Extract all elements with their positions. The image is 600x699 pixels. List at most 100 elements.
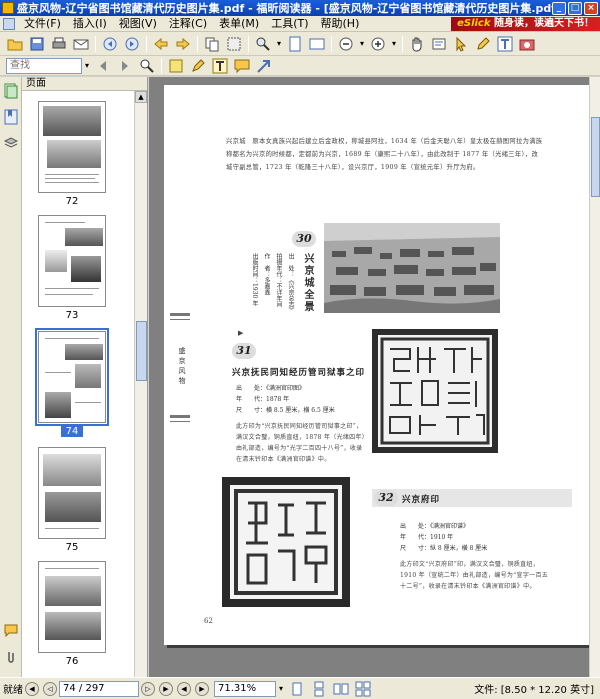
- page-thumbnail-selected[interactable]: [35, 328, 109, 426]
- divider: [170, 421, 190, 422]
- document-icon[interactable]: [3, 17, 15, 30]
- pointer-button[interactable]: [452, 35, 470, 53]
- promo-brand: eSlick: [457, 17, 491, 29]
- continuous-facing-button[interactable]: [354, 680, 372, 698]
- page-number-field[interactable]: 74 / 297: [59, 680, 139, 697]
- fit-page-button[interactable]: [286, 35, 304, 53]
- arrow-left-icon: [154, 37, 168, 50]
- close-button[interactable]: ×: [584, 1, 598, 15]
- scrollbar-thumb[interactable]: [136, 321, 147, 381]
- comments-panel-icon[interactable]: [4, 623, 18, 639]
- menu-form[interactable]: 表单(M): [213, 16, 265, 32]
- email-button[interactable]: [72, 35, 90, 53]
- attachments-panel-icon[interactable]: [4, 649, 18, 665]
- camera-button[interactable]: [518, 35, 536, 53]
- fit-page-icon: [289, 36, 301, 51]
- next-page-nav-button[interactable]: ▷: [141, 681, 155, 696]
- page-thumbnail[interactable]: [38, 447, 106, 539]
- find-next-button[interactable]: [116, 57, 134, 75]
- search-button[interactable]: [138, 57, 156, 75]
- menu-comment[interactable]: 注释(C): [163, 16, 213, 32]
- zoom-level-field[interactable]: 71.31%: [214, 680, 276, 697]
- document-scrollbar[interactable]: [589, 77, 600, 677]
- print-button[interactable]: [50, 35, 68, 53]
- status-ready: 就绪: [3, 685, 23, 696]
- highlight-button[interactable]: [189, 57, 207, 75]
- note-button[interactable]: [167, 57, 185, 75]
- textbox-button[interactable]: [211, 57, 229, 75]
- save-button[interactable]: [28, 35, 46, 53]
- zoom-in-dropdown[interactable]: ▾: [389, 36, 399, 52]
- item31-description: 此方印为“兴京抚民同知经历管司狱事之印”，满汉文合璧，铜质直纽，1878 年（光…: [236, 423, 366, 463]
- bookmarks-panel-icon[interactable]: [4, 109, 18, 125]
- toolbar-separator: [197, 35, 198, 52]
- comment-button[interactable]: [233, 57, 251, 75]
- last-page-button[interactable]: [123, 35, 141, 53]
- pdf-page: 兴京城 原本女真族兴起后建立后金政权，称城县阿拉，1634 年（后金天聪八年）皇…: [164, 85, 589, 645]
- prev-page-nav-button[interactable]: ◁: [43, 681, 57, 696]
- scrollbar-thumb[interactable]: [591, 117, 600, 197]
- last-page-nav-button[interactable]: ▶: [159, 681, 173, 696]
- select-text-button[interactable]: [430, 35, 448, 53]
- maximize-button[interactable]: □: [568, 1, 582, 15]
- layers-panel-icon[interactable]: [3, 135, 19, 151]
- menu-insert[interactable]: 插入(I): [67, 16, 113, 32]
- highlight-icon: [192, 58, 205, 72]
- zoom-tool-button[interactable]: [254, 35, 272, 53]
- first-page-nav-button[interactable]: ◀: [25, 681, 39, 696]
- arrow-right-icon: [176, 37, 190, 50]
- history-back-button[interactable]: ◀: [177, 681, 191, 696]
- page-thumbnail[interactable]: [38, 561, 106, 653]
- snapshot-button[interactable]: [225, 35, 243, 53]
- find-dropdown[interactable]: ▾: [82, 58, 92, 74]
- minus-icon: [339, 37, 353, 50]
- toolbar-separator: [402, 35, 403, 52]
- first-page-button[interactable]: [101, 35, 119, 53]
- status-bar: 就绪 ◀ ◁ 74 / 297 ▷ ▶ ◀ ▶ 71.31% ▾ 文件: [8.…: [0, 677, 600, 699]
- item-number-31: 31: [232, 343, 256, 359]
- zoom-out-dropdown[interactable]: ▾: [357, 36, 367, 52]
- zoom-in-button[interactable]: [369, 35, 387, 53]
- forward-button[interactable]: [174, 35, 192, 53]
- pages-panel-icon[interactable]: [4, 83, 18, 99]
- fit-width-button[interactable]: [308, 35, 326, 53]
- hand-tool-button[interactable]: [408, 35, 426, 53]
- continuous-page-icon: [314, 681, 324, 696]
- document-view[interactable]: 兴京城 原本女真族兴起后建立后金政权，称城县阿拉，1634 年（后金天聪八年）皇…: [149, 77, 600, 677]
- menu-file[interactable]: 文件(F): [18, 16, 67, 32]
- copy-button[interactable]: [203, 35, 221, 53]
- title-bar: 盛京风物-辽宁省图书馆藏清代历史图片集.pdf - 福昕阅读器 - [盛京风物-…: [0, 0, 600, 16]
- item30-meta: 出版时间：1930 年: [251, 253, 258, 307]
- edit-button[interactable]: [474, 35, 492, 53]
- scroll-up-arrow-icon[interactable]: ▲: [135, 91, 147, 103]
- zoom-out-button[interactable]: [337, 35, 355, 53]
- find-input[interactable]: [6, 57, 82, 74]
- promo-banner[interactable]: eSlick 随身读，读遍天下书！: [451, 16, 600, 31]
- zoom-dropdown[interactable]: ▾: [274, 36, 284, 52]
- open-button[interactable]: [6, 35, 24, 53]
- item32-meta-year: 年 代：1910 年: [400, 534, 454, 541]
- history-forward-button[interactable]: ▶: [195, 681, 209, 696]
- text-icon: [497, 36, 513, 51]
- facing-view-button[interactable]: [332, 680, 350, 698]
- item-number-32: 32: [374, 490, 398, 506]
- find-toolbar: ▾: [0, 56, 600, 76]
- divider: [170, 313, 190, 316]
- item31-meta-source: 出 处：《满洲官印图》: [236, 385, 306, 392]
- toolbar-separator: [331, 35, 332, 52]
- back-button[interactable]: [152, 35, 170, 53]
- arrow-button[interactable]: [255, 57, 273, 75]
- menu-tools[interactable]: 工具(T): [265, 16, 314, 32]
- snapshot-icon: [227, 37, 241, 50]
- typewriter-button[interactable]: [496, 35, 514, 53]
- page-thumbnail[interactable]: [38, 101, 106, 193]
- zoom-level-dropdown[interactable]: ▾: [276, 681, 286, 697]
- menu-view[interactable]: 视图(V): [113, 16, 163, 32]
- continuous-view-button[interactable]: [310, 680, 328, 698]
- menu-help[interactable]: 帮助(H): [315, 16, 366, 32]
- single-page-view-button[interactable]: [288, 680, 306, 698]
- page-thumbnail[interactable]: [38, 215, 106, 307]
- thumbnails-scrollbar[interactable]: ▲: [134, 91, 147, 677]
- find-previous-button[interactable]: [94, 57, 112, 75]
- minimize-button[interactable]: _: [552, 1, 566, 15]
